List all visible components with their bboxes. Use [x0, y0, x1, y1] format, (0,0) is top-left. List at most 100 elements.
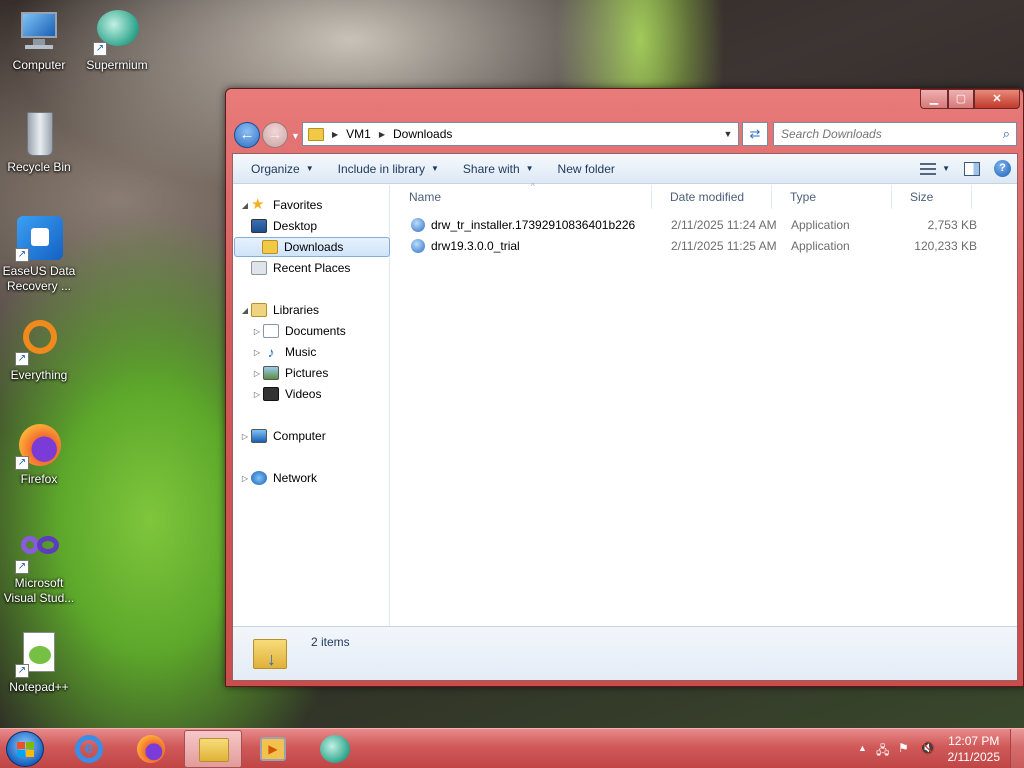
maximize-button[interactable]: ▢ [948, 89, 974, 109]
help-icon[interactable]: ? [994, 160, 1011, 177]
share-with-menu[interactable]: Share with ▼ [451, 154, 546, 183]
include-in-library-menu[interactable]: Include in library ▼ [326, 154, 451, 183]
collapsed-triangle-icon[interactable]: ▷ [251, 390, 263, 399]
file-size: 2,753 KB [927, 218, 977, 232]
desktop-icon-visual-studio[interactable]: ↗ Microsoft Visual Stud... [1, 526, 77, 606]
column-size[interactable]: Size [892, 185, 972, 209]
chevron-right-icon[interactable]: ▶ [332, 130, 338, 139]
collapsed-triangle-icon[interactable]: ▷ [239, 474, 251, 483]
file-row[interactable]: drw_tr_installer.17392910836401b226 2/11… [391, 215, 1017, 236]
minimize-button[interactable]: ▁ [920, 89, 948, 109]
change-view-icon[interactable] [920, 162, 937, 175]
firefox-icon [137, 735, 165, 763]
organize-menu[interactable]: Organize ▼ [233, 154, 326, 183]
folder-icon [308, 127, 324, 141]
nav-desktop[interactable]: Desktop [251, 216, 317, 236]
start-button[interactable] [6, 731, 44, 767]
nav-network[interactable]: ▷ Network [239, 468, 317, 488]
refresh-button[interactable]: ⇄ [742, 122, 768, 146]
nav-recent-places[interactable]: Recent Places [251, 258, 350, 278]
desktop-icon-label: Computer [12, 58, 66, 72]
breadcrumb-downloads[interactable]: Downloads [393, 127, 452, 141]
desktop-icon-everything[interactable]: ↗ Everything [1, 318, 77, 383]
taskbar-internet-explorer[interactable]: e [60, 730, 118, 768]
explorer-content: Organize ▼ Include in library ▼ Share wi… [232, 153, 1018, 681]
back-button[interactable]: ← [234, 122, 260, 148]
taskbar-media-player[interactable]: ▶ [244, 730, 302, 768]
volume-muted-icon[interactable]: 🔇 [920, 741, 935, 755]
nav-computer[interactable]: ▷ Computer [239, 426, 326, 446]
taskbar: e ▶ ▲ 🖧 ⚑ 🔇 12:07 PM 2/11/2025 [0, 728, 1024, 768]
music-icon: ♪ [267, 344, 275, 360]
clock[interactable]: 12:07 PM 2/11/2025 [948, 733, 1001, 765]
desktop-icon-notepad-plus-plus[interactable]: ↗ Notepad++ [1, 630, 77, 695]
desktop-icon-computer[interactable]: Computer [1, 8, 77, 73]
show-hidden-icons-icon[interactable]: ▲ [858, 743, 867, 753]
navigation-pane: ◢ ★ Favorites Desktop Downloads Recent P… [233, 185, 390, 627]
nav-libraries[interactable]: ◢ Libraries [239, 300, 319, 320]
taskbar-windows-explorer[interactable] [184, 730, 242, 768]
column-name[interactable]: Name [391, 185, 652, 209]
recent-pages-dropdown-icon[interactable]: ▼ [291, 131, 300, 141]
desktop-icon-label: Everything [10, 368, 68, 382]
nav-label: Music [285, 345, 317, 359]
network-icon [251, 471, 267, 485]
desktop-icon-label: EaseUS Data Recovery ... [2, 264, 76, 293]
desktop-icon-firefox[interactable]: ↗ Firefox [1, 422, 77, 487]
application-icon [411, 218, 425, 232]
item-count: 2 items [311, 635, 350, 649]
desktop-icon-easeus[interactable]: ↗ EaseUS Data Recovery ... [1, 214, 77, 294]
nav-label: Pictures [285, 366, 329, 380]
shortcut-arrow-icon: ↗ [15, 248, 29, 262]
preview-pane-icon[interactable] [964, 161, 980, 176]
shortcut-arrow-icon: ↗ [15, 352, 29, 366]
taskbar-firefox[interactable] [122, 730, 180, 768]
nav-pictures[interactable]: ▷ Pictures [251, 363, 328, 383]
show-desktop-button[interactable] [1010, 729, 1024, 768]
new-folder-button[interactable]: New folder [546, 154, 627, 183]
downloads-folder-icon [262, 240, 278, 254]
file-name: drw_tr_installer.17392910836401b226 [431, 218, 636, 232]
nav-label: Computer [273, 429, 326, 443]
star-icon: ★ [251, 196, 265, 213]
close-button[interactable]: ✕ [974, 89, 1020, 109]
shortcut-arrow-icon: ↗ [15, 560, 29, 574]
search-box[interactable]: ⌕ [773, 122, 1017, 146]
search-input[interactable] [774, 123, 984, 145]
chevron-right-icon[interactable]: ▶ [379, 130, 385, 139]
taskbar-supermium[interactable] [306, 730, 364, 768]
forward-button[interactable]: → [262, 122, 288, 148]
column-date-modified[interactable]: Date modified [652, 185, 772, 209]
collapsed-triangle-icon[interactable]: ▷ [239, 432, 251, 441]
nav-favorites[interactable]: ◢ ★ Favorites [239, 195, 322, 215]
desktop-icon-recycle-bin[interactable]: Recycle Bin [1, 110, 77, 175]
nav-downloads[interactable]: Downloads [234, 237, 390, 257]
clock-time: 12:07 PM [948, 734, 1000, 748]
file-list: ^ Name Date modified Type Size drw_tr_in… [391, 182, 1017, 627]
chevron-down-icon[interactable]: ▼ [942, 164, 950, 173]
file-date: 2/11/2025 11:25 AM [671, 239, 777, 253]
nav-label: Desktop [273, 219, 318, 233]
action-center-flag-icon[interactable]: ⚑ [898, 741, 909, 755]
collapsed-triangle-icon[interactable]: ▷ [251, 327, 263, 336]
file-type: Application [791, 239, 850, 253]
breadcrumb-vm1[interactable]: VM1 [346, 127, 371, 141]
desktop-icon-supermium[interactable]: ↗ Supermium [79, 8, 155, 73]
address-history-dropdown-icon[interactable]: ▼ [718, 129, 738, 139]
expanded-triangle-icon[interactable]: ◢ [239, 306, 251, 315]
address-bar[interactable]: ▶ VM1 ▶ Downloads ▼ [302, 122, 739, 146]
supermium-icon [320, 735, 350, 763]
view-controls: ▼ ? [920, 154, 1011, 183]
nav-videos[interactable]: ▷ Videos [251, 384, 321, 404]
collapsed-triangle-icon[interactable]: ▷ [251, 369, 263, 378]
expanded-triangle-icon[interactable]: ◢ [239, 201, 251, 210]
collapsed-triangle-icon[interactable]: ▷ [251, 348, 263, 357]
nav-music[interactable]: ▷ ♪ Music [251, 342, 316, 362]
network-status-icon[interactable]: 🖧 [876, 741, 889, 762]
nav-documents[interactable]: ▷ Documents [251, 321, 346, 341]
file-row[interactable]: drw19.3.0.0_trial 2/11/2025 11:25 AM App… [391, 236, 1017, 257]
navigation-bar: ← → ▼ ▶ VM1 ▶ Downloads ▼ ⇄ ⌕ [234, 122, 1017, 148]
search-icon[interactable]: ⌕ [1003, 126, 1010, 142]
column-type[interactable]: Type [772, 185, 892, 209]
supermium-icon: ↗ [93, 8, 141, 56]
